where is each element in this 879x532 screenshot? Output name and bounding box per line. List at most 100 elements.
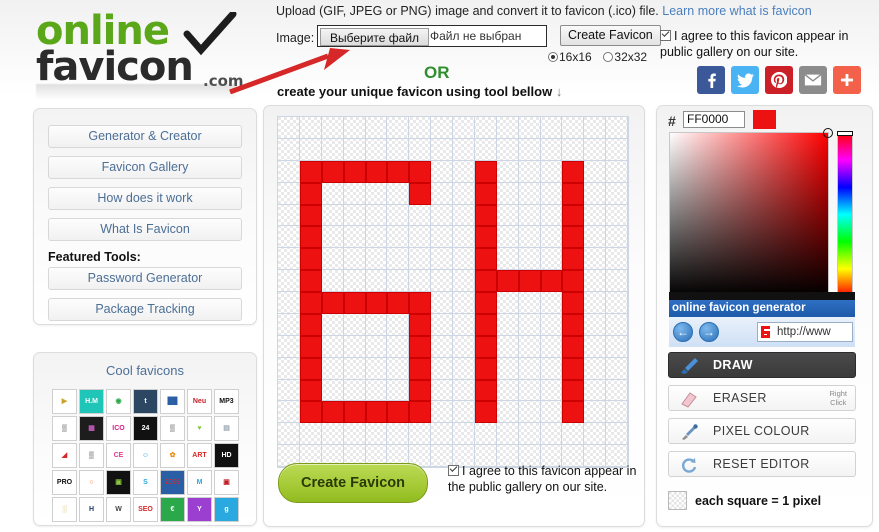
pixel-cell[interactable]	[409, 379, 432, 402]
pixel-cell[interactable]	[387, 423, 410, 446]
pixel-cell[interactable]	[518, 138, 541, 161]
pixel-cell[interactable]	[584, 138, 607, 161]
pixel-cell[interactable]	[278, 138, 300, 161]
pixel-cell[interactable]	[562, 423, 585, 446]
pixel-cell[interactable]	[387, 401, 410, 424]
pixel-cell[interactable]	[518, 226, 541, 249]
email-share-button[interactable]	[799, 66, 827, 94]
pixel-cell[interactable]	[518, 379, 541, 402]
pixel-cell[interactable]	[584, 335, 607, 358]
pixel-cell[interactable]	[453, 117, 475, 139]
pixel-cell[interactable]	[409, 138, 432, 161]
pixel-cell[interactable]	[299, 226, 322, 249]
create-favicon-button[interactable]: Create Favicon	[278, 463, 428, 503]
cool-favicon-item[interactable]: ▤	[214, 416, 239, 441]
pixel-cell[interactable]	[278, 117, 300, 139]
pixel-cell[interactable]	[474, 401, 497, 424]
pixel-cell[interactable]	[278, 248, 300, 271]
cool-favicon-item[interactable]: MP3	[214, 389, 239, 414]
cool-favicon-item[interactable]: H	[79, 497, 104, 522]
pixel-cell[interactable]	[584, 313, 607, 336]
pixel-cell[interactable]	[409, 357, 432, 380]
agree-gallery-bottom-checkbox[interactable]	[448, 465, 459, 476]
pixel-cell[interactable]	[278, 379, 300, 402]
pixel-cell[interactable]	[365, 160, 388, 183]
size-radio-16-label[interactable]: 16x16	[559, 50, 592, 64]
pixel-cell[interactable]	[474, 270, 497, 292]
pixel-cell[interactable]	[409, 248, 432, 271]
sidebar-item-generator-creator[interactable]: Generator & Creator	[48, 125, 242, 148]
pixel-cell[interactable]	[299, 401, 322, 424]
pixel-cell[interactable]	[343, 182, 366, 205]
pixel-cell[interactable]	[496, 117, 519, 139]
pixel-cell[interactable]	[540, 292, 563, 314]
cool-favicon-item[interactable]: ○	[79, 470, 104, 495]
pixel-cell[interactable]	[496, 292, 519, 314]
pixel-cell[interactable]	[518, 160, 541, 183]
pixel-cell[interactable]	[343, 357, 366, 380]
pixel-cell[interactable]	[606, 182, 628, 205]
cool-favicon-item[interactable]: CE	[106, 443, 131, 468]
pixel-cell[interactable]	[606, 226, 628, 249]
sidebar-item-package-tracking[interactable]: Package Tracking	[48, 298, 242, 321]
pixel-cell[interactable]	[540, 313, 563, 336]
pixel-cell[interactable]	[518, 117, 541, 139]
pixel-cell[interactable]	[431, 335, 453, 358]
pixel-cell[interactable]	[409, 204, 432, 227]
pixel-cell[interactable]	[474, 204, 497, 227]
pixel-cell[interactable]	[540, 204, 563, 227]
pixel-cell[interactable]	[321, 138, 344, 161]
pixel-cell[interactable]	[584, 423, 607, 446]
pixel-cell[interactable]	[365, 401, 388, 424]
pixel-cell[interactable]	[387, 182, 410, 205]
cool-favicon-item[interactable]: ♥	[187, 416, 212, 441]
cool-favicon-item[interactable]: ☺	[133, 443, 158, 468]
pixel-cell[interactable]	[562, 292, 585, 314]
pixel-cell[interactable]	[299, 160, 322, 183]
pixel-cell[interactable]	[387, 270, 410, 292]
sidebar-item-password-generator[interactable]: Password Generator	[48, 267, 242, 290]
pixel-cell[interactable]	[365, 182, 388, 205]
pixel-cell[interactable]	[518, 401, 541, 424]
pixel-cell[interactable]	[540, 226, 563, 249]
pixel-cell[interactable]	[518, 335, 541, 358]
pixel-cell[interactable]	[278, 182, 300, 205]
sidebar-item-favicon-gallery[interactable]: Favicon Gallery	[48, 156, 242, 179]
pixel-cell[interactable]	[453, 226, 475, 249]
pixel-cell[interactable]	[584, 357, 607, 380]
pixel-cell[interactable]	[453, 401, 475, 424]
cool-favicon-item[interactable]: ░	[52, 497, 77, 522]
create-favicon-top-button[interactable]: Create Favicon	[560, 25, 661, 46]
pixel-cell[interactable]	[474, 117, 497, 139]
pixel-cell[interactable]	[562, 138, 585, 161]
pixel-cell[interactable]	[409, 401, 432, 424]
learn-more-link[interactable]: Learn more what is favicon	[662, 4, 811, 18]
pixel-cell[interactable]	[562, 270, 585, 292]
pinterest-share-button[interactable]	[765, 66, 793, 94]
pixel-cell[interactable]	[606, 379, 628, 402]
pixel-cell[interactable]	[431, 379, 453, 402]
pixel-grid[interactable]	[278, 117, 628, 467]
pixel-cell[interactable]	[540, 160, 563, 183]
cool-favicon-item[interactable]: ✿	[160, 443, 185, 468]
pixel-cell[interactable]	[496, 138, 519, 161]
pixel-cell[interactable]	[562, 160, 585, 183]
pixel-cell[interactable]	[387, 292, 410, 314]
cool-favicon-item[interactable]: PRO	[52, 470, 77, 495]
back-arrow-icon[interactable]: ←	[673, 322, 693, 342]
pixel-cell[interactable]	[431, 423, 453, 446]
pixel-cell[interactable]	[540, 270, 563, 292]
pixel-cell[interactable]	[496, 335, 519, 358]
tool-eraser-button[interactable]: ERASER Right Click	[668, 385, 856, 411]
pixel-cell[interactable]	[321, 379, 344, 402]
pixel-cell[interactable]	[606, 138, 628, 161]
pixel-cell[interactable]	[496, 160, 519, 183]
pixel-cell[interactable]	[431, 270, 453, 292]
pixel-cell[interactable]	[299, 423, 322, 446]
size-radio-32-label[interactable]: 32x32	[614, 50, 647, 64]
pixel-cell[interactable]	[474, 379, 497, 402]
pixel-cell[interactable]	[584, 379, 607, 402]
pixel-cell[interactable]	[431, 292, 453, 314]
cool-favicon-item[interactable]: ▶	[52, 389, 77, 414]
pixel-cell[interactable]	[321, 335, 344, 358]
